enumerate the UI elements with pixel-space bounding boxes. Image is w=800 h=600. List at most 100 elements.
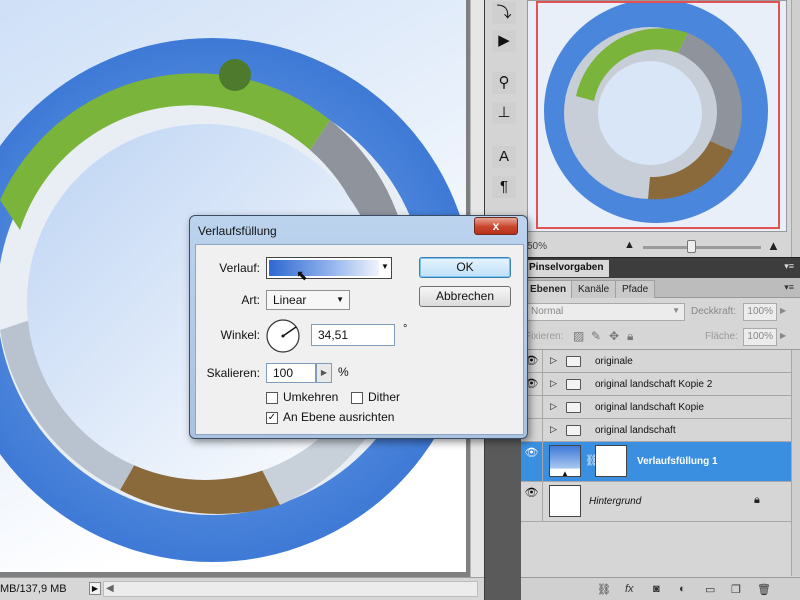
layer-row-landschaft-kopie[interactable]: ▷ original landschaft Kopie (521, 396, 791, 419)
gradient-fill-icon: ▲ (561, 469, 569, 478)
style-select[interactable]: Linear ▼ (266, 290, 350, 310)
scale-arrow-icon[interactable]: ▶ (316, 363, 332, 383)
tree-shape (219, 59, 251, 91)
tab-pfade[interactable]: Pfade (615, 280, 656, 298)
mask-icon[interactable]: ◙ (653, 583, 660, 595)
status-bar: MB/137,9 MB ▶ ◀ (0, 577, 484, 600)
folder-icon (566, 425, 581, 436)
layers-menu-icon[interactable]: ▾≡ (784, 282, 794, 293)
scroll-left-icon[interactable]: ◀ (106, 583, 114, 594)
clone-source-icon[interactable]: ⊥ (492, 102, 516, 124)
angle-input[interactable]: 34,51 (311, 324, 395, 346)
align-label: An Ebene ausrichten (283, 410, 395, 424)
layer-list: 👁︎ ▷ originale 👁︎ ▷ original landschaft … (521, 349, 800, 576)
layer-row-landschaft[interactable]: ▷ original landschaft (521, 419, 791, 442)
panel-menu-icon[interactable]: ▾≡ (784, 261, 794, 272)
navigator-scrollbar[interactable] (791, 0, 800, 257)
mask-thumbnail[interactable] (595, 445, 627, 477)
paragraph-icon[interactable]: ¶ (492, 176, 516, 198)
zoom-slider-thumb[interactable] (687, 240, 696, 253)
layers-panel-tabs: Ebenen Kanäle Pfade ▾≡ (521, 278, 800, 298)
lock-label: Fixieren: (525, 331, 564, 342)
expand-triangle-icon[interactable]: ▷ (550, 401, 557, 412)
chevron-down-icon[interactable]: ▼ (381, 262, 389, 271)
lock-pixels-icon[interactable]: ✎ (591, 329, 601, 343)
dialog-body: Verlauf: ▼ ⬉ Art: Linear ▼ Winkel: 34,51… (195, 244, 524, 435)
reverse-label: Umkehren (283, 390, 339, 404)
tab-kanaele[interactable]: Kanäle (571, 280, 617, 298)
folder-icon (566, 356, 581, 367)
fill-label: Fläche: (705, 331, 738, 342)
tool-presets-icon[interactable]: ⚲ (492, 72, 516, 94)
degree-unit: ° (403, 323, 408, 335)
folder-icon (566, 379, 581, 390)
navigator-preview[interactable] (527, 0, 787, 232)
chevron-down-icon: ▼ (672, 306, 680, 315)
eye-icon[interactable]: 👁︎ (521, 442, 543, 481)
blend-mode-row: Normal ▼ Deckkraft: 100% ▶ (521, 302, 800, 324)
ok-button[interactable]: OK (419, 257, 511, 278)
gradient-thumbnail[interactable]: ▲ (549, 445, 581, 478)
adjustment-icon[interactable]: ◐ (679, 583, 686, 595)
scale-input[interactable]: 100 (266, 363, 316, 383)
status-menu-arrow-icon[interactable]: ▶ (89, 582, 101, 595)
background-thumbnail[interactable] (549, 485, 581, 517)
layer-name: original landschaft (595, 425, 676, 436)
close-button[interactable]: x (474, 217, 518, 235)
expand-triangle-icon[interactable]: ▷ (550, 424, 557, 435)
layer-name: original landschaft Kopie 2 (595, 379, 713, 390)
character-icon[interactable]: A (492, 146, 516, 168)
zoom-out-icon[interactable]: ▲ (624, 239, 635, 251)
style-value: Linear (273, 293, 307, 307)
navigator-view-frame[interactable] (536, 1, 780, 229)
history-icon[interactable]: ⤵ (492, 2, 516, 24)
link-icon[interactable]: ⛓ (597, 583, 611, 596)
zoom-slider-track[interactable] (643, 246, 761, 249)
expand-triangle-icon[interactable]: ▷ (550, 378, 557, 389)
fx-icon[interactable]: fx (625, 583, 634, 595)
chevron-down-icon: ▼ (336, 295, 344, 304)
layers-footer: ⛓ fx ◙ ◐ ▭ ❐ 🗑︎ (521, 577, 800, 600)
tab-ebenen[interactable]: Ebenen (523, 280, 574, 298)
folder-icon (566, 402, 581, 413)
layer-row-landschaft-kopie-2[interactable]: 👁︎ ▷ original landschaft Kopie 2 (521, 373, 791, 396)
expand-triangle-icon[interactable]: ▷ (550, 355, 557, 366)
lock-transparency-icon[interactable]: ▨ (573, 329, 584, 343)
eye-icon[interactable]: 👁︎ (521, 482, 543, 521)
angle-dial-icon[interactable] (265, 318, 301, 354)
layer-row-verlaufsfuellung[interactable]: 👁︎ ▲ ⛓ Verlaufsfüllung 1 (521, 442, 791, 482)
cancel-button[interactable]: Abbrechen (419, 286, 511, 307)
trash-icon[interactable]: 🗑︎ (757, 583, 771, 596)
photoshop-window: MB/137,9 MB ▶ ◀ ⤵ ▶ ⚲ ⊥ A ¶ 50% ▲ ▲ Pins… (0, 0, 800, 600)
folder-icon[interactable]: ▭ (705, 583, 715, 596)
dither-label: Dither (368, 390, 401, 404)
layer-name: originale (595, 356, 633, 367)
opacity-arrow-icon[interactable]: ▶ (780, 306, 786, 315)
layer-row-hintergrund[interactable]: 👁︎ Hintergrund 🔒︎ (521, 482, 791, 522)
layer-row-originale[interactable]: 👁︎ ▷ originale (521, 350, 791, 373)
blend-mode-select[interactable]: Normal ▼ (525, 303, 685, 321)
dialog-title: Verlaufsfüllung (198, 224, 277, 238)
reverse-checkbox[interactable] (266, 392, 278, 404)
gradient-swatch[interactable] (269, 260, 379, 276)
opacity-input[interactable]: 100% (743, 303, 777, 321)
navigator-zoom-row: 50% ▲ ▲ (521, 236, 800, 256)
fill-input[interactable]: 100% (743, 328, 777, 346)
align-checkbox[interactable]: ✓ (266, 412, 278, 424)
lock-row: Fixieren: ▨ ✎ ✥ 🔒︎ Fläche: 100% ▶ (521, 327, 800, 349)
dither-checkbox[interactable] (351, 392, 363, 404)
mouse-cursor-icon: ⬉ (296, 267, 308, 283)
horizontal-scrollbar[interactable]: ◀ (103, 581, 478, 597)
zoom-in-icon[interactable]: ▲ (767, 238, 780, 253)
zoom-value[interactable]: 50% (527, 241, 547, 252)
layers-scrollbar[interactable] (791, 350, 800, 576)
gradient-fill-dialog: Verlaufsfüllung x Verlauf: ▼ ⬉ Art: Line… (189, 215, 528, 439)
actions-icon[interactable]: ▶ (492, 30, 516, 52)
tab-brush-presets[interactable]: Pinselvorgaben (523, 260, 610, 277)
verlauf-label: Verlauf: (219, 261, 260, 275)
lock-position-icon[interactable]: ✥ (609, 329, 619, 343)
new-layer-icon[interactable]: ❐ (731, 583, 741, 596)
lock-all-icon[interactable]: 🔒︎ (627, 329, 633, 344)
gradient-picker[interactable]: ▼ (266, 257, 392, 279)
fill-arrow-icon[interactable]: ▶ (780, 331, 786, 340)
